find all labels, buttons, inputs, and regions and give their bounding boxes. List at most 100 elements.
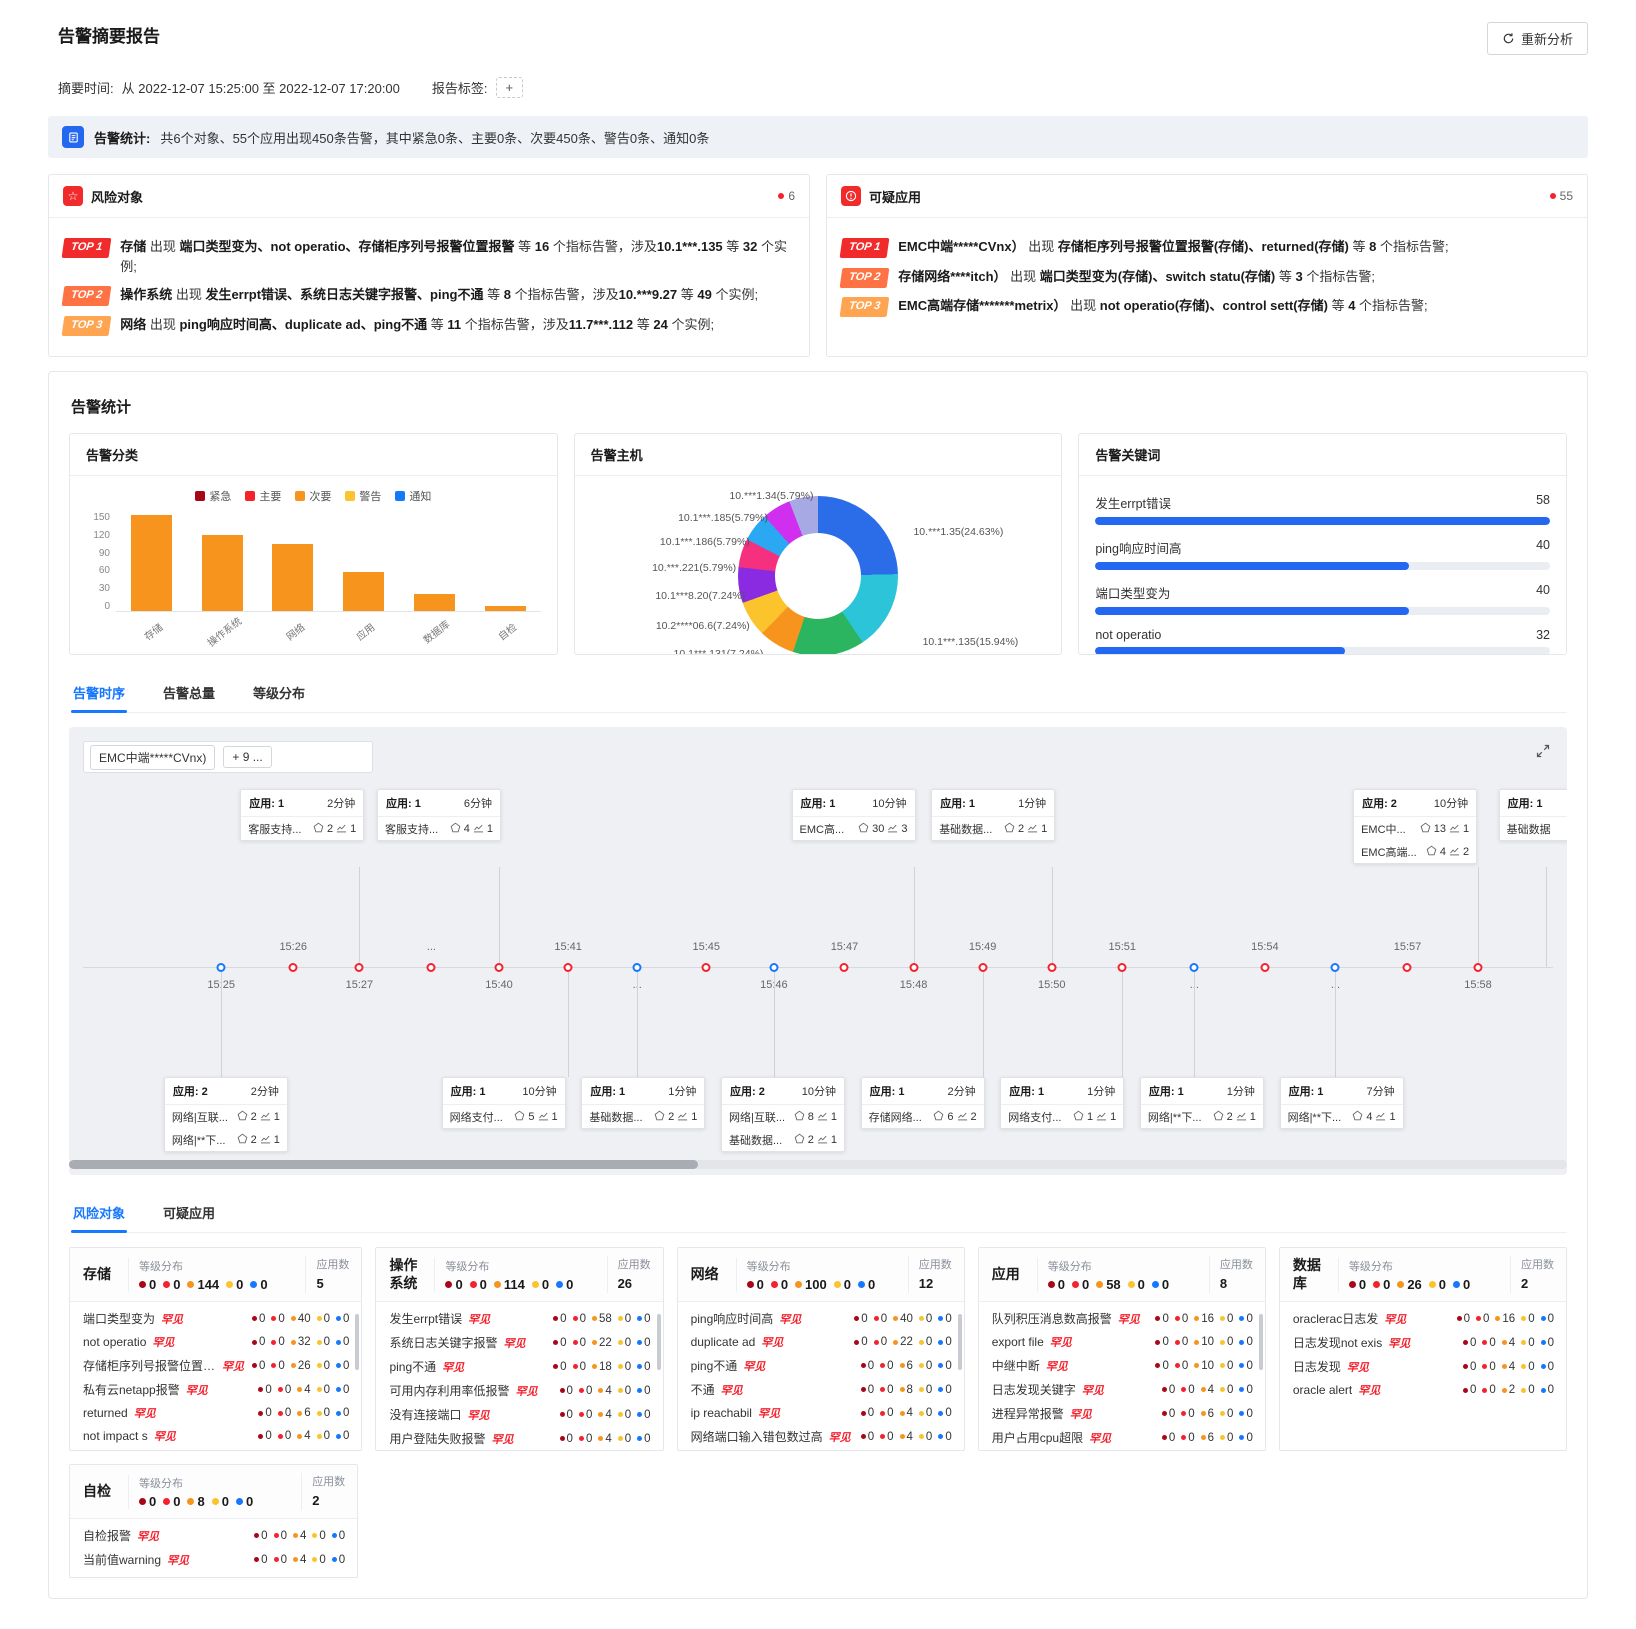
timeline-event-card[interactable]: 应用: 11分钟网络支付...11 [1000, 1077, 1124, 1129]
metric-row[interactable]: 网络端口输入错包数过高罕见00400 [678, 1424, 964, 1448]
timeline-event-card[interactable]: 应用: 110分钟网络支付...51 [442, 1077, 566, 1129]
red-dot-icon [778, 193, 784, 199]
timeline-event-dot[interactable] [289, 963, 298, 972]
reanalyze-button[interactable]: 重新分析 [1487, 22, 1588, 55]
keyword-label: 端口类型变为 [1095, 583, 1170, 602]
metric-row[interactable]: oracle alert罕见00200 [1280, 1378, 1566, 1401]
event-app-row: EMC高...303 [793, 817, 915, 840]
timeline-event-dot[interactable] [1047, 963, 1056, 972]
metric-row[interactable]: 中继中断罕见001000 [979, 1353, 1265, 1377]
tab-告警总量[interactable]: 告警总量 [161, 677, 217, 712]
timeline-event-dot[interactable] [564, 963, 573, 972]
severity-count: 4 [293, 1554, 306, 1566]
metric-row[interactable]: 用户登陆失败报警罕见00400 [376, 1426, 662, 1450]
hosts-title: 告警主机 [575, 434, 1062, 476]
metric-row[interactable]: export file罕见001000 [979, 1330, 1265, 1353]
timeline-event-dot[interactable] [840, 963, 849, 972]
timeline-connector [499, 867, 500, 967]
timeline-event-card[interactable]: 应用: 12分钟客服支持...21 [240, 789, 364, 841]
timeline-event-dot[interactable] [1474, 963, 1483, 972]
metric-row[interactable]: duplicate ad罕见002200 [678, 1330, 964, 1353]
card-scrollbar-thumb[interactable] [958, 1314, 962, 1370]
metric-row[interactable]: ping不通罕见00600 [678, 1353, 964, 1377]
timeline-event-dot[interactable] [427, 963, 436, 972]
metric-row[interactable]: ping响应时间高罕见004000 [678, 1306, 964, 1330]
metric-row[interactable]: etl任务尚未完成罕见00200 [979, 1449, 1265, 1450]
metric-row[interactable]: 可用内存利用率低报警罕见00400 [376, 1378, 662, 1402]
timeline-event-dot[interactable] [1260, 963, 1269, 972]
severity-count: 0 [938, 1313, 951, 1325]
metric-row[interactable]: connection a罕见00400 [70, 1447, 361, 1450]
timeline-event-dot[interactable] [633, 963, 642, 972]
object-card: 操作系统等级分布0011400应用数26发生errpt错误罕见005800系统日… [375, 1247, 663, 1451]
tab-风险对象[interactable]: 风险对象 [71, 1197, 127, 1232]
timeline-event-dot[interactable] [355, 963, 364, 972]
timeline-event-card[interactable]: 应用: 11分钟网络|**下...21 [1140, 1077, 1264, 1129]
timeline-event-card[interactable]: 应用: 11分钟基础数据...21 [931, 789, 1055, 841]
severity-count: 0 [553, 1337, 566, 1349]
timeline-event-dot[interactable] [909, 963, 918, 972]
timeline-event-dot[interactable] [495, 963, 504, 972]
timeline-event-card[interactable]: 应用: 1基础数据 [1499, 789, 1567, 841]
timeline-event-dot[interactable] [769, 963, 778, 972]
timeline-event-dot[interactable] [1118, 963, 1127, 972]
metric-row[interactable]: 存储柜序列号报警位置报警罕见002600 [70, 1353, 361, 1377]
card-scrollbar-thumb[interactable] [1259, 1314, 1263, 1370]
metric-row[interactable]: 没有连接端口罕见00400 [376, 1402, 662, 1426]
timeline-connector [774, 972, 775, 1077]
timeline-event-dot[interactable] [1403, 963, 1412, 972]
app-count-value: 12 [919, 1276, 933, 1291]
metric-row[interactable]: 不通罕见00800 [678, 1377, 964, 1401]
metric-row[interactable]: 发生errpt错误罕见005800 [376, 1306, 662, 1330]
timeline-event-card[interactable]: 应用: 22分钟网络|互联...21网络|**下...21 [164, 1077, 288, 1152]
metric-label: not operatio [83, 1335, 146, 1349]
tab-等级分布[interactable]: 等级分布 [251, 677, 307, 712]
timeline-event-dot[interactable] [1190, 963, 1199, 972]
timeline-event-dot[interactable] [978, 963, 987, 972]
timeline-event-card[interactable]: 应用: 12分钟存储网络...62 [861, 1077, 985, 1129]
timeline-event-card[interactable]: 应用: 16分钟客服支持...41 [377, 789, 501, 841]
metric-row[interactable]: 日志发现罕见00400 [1280, 1354, 1566, 1378]
card-scrollbar-thumb[interactable] [657, 1314, 661, 1370]
metric-row[interactable]: returned罕见00600 [70, 1401, 361, 1424]
bar [343, 572, 384, 611]
object-card-title: 数据库 [1280, 1257, 1338, 1292]
severity-count: 0 [139, 1494, 156, 1509]
classification-legend: 紧急主要次要警告通知 [86, 488, 541, 504]
metric-row[interactable]: ping不通罕见001800 [376, 1354, 662, 1378]
metric-row[interactable]: 系统日志关键字报警罕见002200 [376, 1330, 662, 1354]
timeline-event-card[interactable]: 应用: 210分钟EMC中...131EMC高端...42 [1353, 789, 1477, 864]
metric-row[interactable]: 日志发现关键字罕见00400 [979, 1377, 1265, 1401]
metric-row[interactable]: 日志发现not exis罕见00400 [1280, 1330, 1566, 1354]
metric-label: oracle alert [1293, 1383, 1352, 1397]
add-tag-button[interactable]: + [496, 77, 524, 98]
metric-row[interactable]: ip reachabil罕见00400 [678, 1401, 964, 1424]
metric-row[interactable]: 队列积压消息数高报警罕见001600 [979, 1306, 1265, 1330]
metric-row[interactable]: flapping det罕见00400 [678, 1448, 964, 1450]
timeline-event-card[interactable]: 应用: 17分钟网络|**下...41 [1280, 1077, 1404, 1129]
metric-row[interactable]: not impact s罕见00400 [70, 1424, 361, 1447]
card-scrollbar-thumb[interactable] [355, 1314, 359, 1370]
timeline-event-dot[interactable] [1331, 963, 1340, 972]
metric-row[interactable]: not operatio罕见003200 [70, 1330, 361, 1353]
top-item: TOP 1存储 出现 端口类型变为、not operatio、存储柜序列号报警位… [63, 237, 795, 276]
metric-row[interactable]: 进程异常报警罕见00600 [979, 1401, 1265, 1425]
charts-row: 告警分类 紧急主要次要警告通知 1501209060300 存储操作系统网络应用… [69, 433, 1567, 655]
timeline-time-label: ... [427, 941, 436, 953]
metric-row[interactable]: 私有云netapp报警罕见00400 [70, 1377, 361, 1401]
pie-slice-label: 10.1***.185(5.79%) [678, 512, 768, 524]
metric-row[interactable]: 当前值warning罕见00400 [70, 1547, 357, 1571]
scrollbar-thumb[interactable] [69, 1160, 698, 1169]
tab-告警时序[interactable]: 告警时序 [71, 677, 127, 712]
timeline-event-dot[interactable] [702, 963, 711, 972]
timeline-event-dot[interactable] [217, 963, 226, 972]
timeline-event-card[interactable]: 应用: 11分钟基础数据...21 [581, 1077, 705, 1129]
metric-row[interactable]: 自检报警罕见00400 [70, 1523, 357, 1547]
timeline-event-card[interactable]: 应用: 110分钟EMC高...303 [792, 789, 916, 841]
tab-可疑应用[interactable]: 可疑应用 [161, 1197, 217, 1232]
event-app-count: 应用: 1 [451, 1083, 486, 1099]
metric-row[interactable]: 用户占用cpu超限罕见00600 [979, 1425, 1265, 1449]
metric-row[interactable]: 端口类型变为罕见004000 [70, 1306, 361, 1330]
metric-row[interactable]: oraclerac日志发罕见001600 [1280, 1306, 1566, 1330]
timeline-event-card[interactable]: 应用: 210分钟网络|互联...81基础数据...21 [721, 1077, 845, 1152]
